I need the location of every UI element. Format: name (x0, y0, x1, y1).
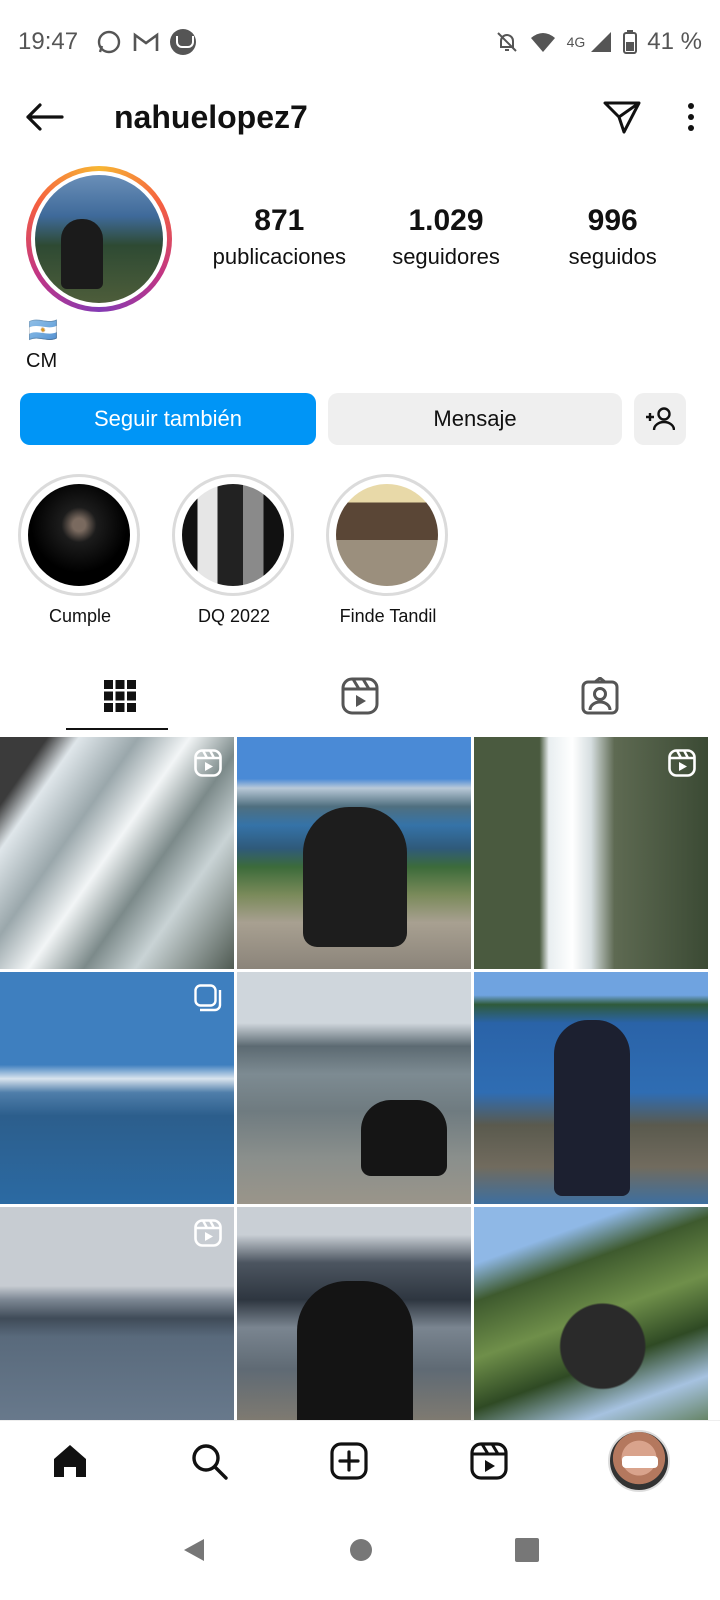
highlight-cover (182, 484, 284, 586)
gmail-icon (133, 32, 159, 51)
post-thumbnail[interactable] (237, 737, 471, 969)
profile-username: nahuelopez7 (114, 98, 308, 135)
argentina-flag-emoji: 🇦🇷 (28, 317, 58, 344)
system-navigation-bar (0, 1500, 720, 1600)
follow-back-button[interactable]: Seguir también (20, 393, 316, 445)
carousel-badge-icon (194, 984, 222, 1012)
reels-icon (341, 677, 379, 715)
post-thumbnail[interactable] (0, 737, 234, 969)
post-thumbnail[interactable] (474, 1207, 708, 1420)
person-silhouette (361, 1100, 447, 1176)
whatsapp-icon (97, 30, 121, 54)
system-recents-icon[interactable] (514, 1537, 540, 1563)
stat-followers[interactable]: 1.029 seguidores (363, 204, 530, 270)
status-bar: 19:47 4G 41 % (0, 0, 720, 84)
mute-bell-icon (496, 32, 517, 52)
reels-nav-icon[interactable] (469, 1441, 509, 1481)
profile-tabs (0, 660, 720, 732)
highlight-label: Cumple (48, 606, 112, 626)
battery-icon (623, 30, 638, 54)
create-post-icon[interactable] (329, 1441, 369, 1481)
post-thumbnail[interactable] (0, 1207, 234, 1420)
highlight-label: Finde Tandil (339, 606, 437, 626)
profile-avatar-ring[interactable] (26, 166, 172, 312)
profile-nav-avatar[interactable] (608, 1429, 671, 1492)
avatar (35, 175, 163, 303)
system-back-icon[interactable] (180, 1536, 208, 1564)
stat-following[interactable]: 996 seguidos (529, 204, 696, 270)
person-silhouette (554, 1020, 630, 1196)
system-home-icon[interactable] (348, 1537, 374, 1563)
search-icon[interactable] (189, 1441, 229, 1481)
profile-top-bar: nahuelopez7 (0, 84, 720, 150)
post-thumbnail[interactable] (237, 1207, 471, 1420)
message-button[interactable]: Mensaje (328, 393, 622, 445)
person-silhouette (297, 1281, 413, 1420)
back-arrow-icon[interactable] (24, 102, 64, 132)
post-thumbnail[interactable] (474, 972, 708, 1204)
tab-reels[interactable] (240, 660, 480, 732)
bottom-navigation (0, 1420, 720, 1500)
motorola-icon (170, 29, 197, 55)
grid-icon (104, 680, 136, 712)
suggested-users-button[interactable] (634, 393, 686, 445)
add-person-icon (646, 407, 675, 431)
highlight-item[interactable]: Cumple (18, 474, 142, 627)
profile-stats: 871 publicaciones 1.029 seguidores 996 s… (196, 204, 696, 270)
story-highlights: Cumple DQ 2022 Finde Tandil (18, 474, 450, 627)
highlight-cover (28, 484, 130, 586)
tagged-user-icon (581, 677, 619, 715)
tab-tagged[interactable] (480, 660, 720, 732)
home-icon[interactable] (50, 1441, 90, 1481)
bio-name: CM (26, 350, 58, 372)
highlight-cover (336, 484, 438, 586)
highlight-label: DQ 2022 (197, 606, 271, 626)
signal-icon (591, 32, 612, 52)
highlight-item[interactable]: DQ 2022 (172, 474, 296, 627)
network-type: 4G (566, 34, 586, 50)
status-time: 19:47 (18, 28, 79, 55)
posts-grid (0, 737, 720, 1420)
stat-posts[interactable]: 871 publicaciones (196, 204, 363, 270)
post-thumbnail[interactable] (474, 737, 708, 969)
send-direct-icon[interactable] (602, 99, 642, 135)
battery-level: 41 % (647, 28, 702, 55)
post-thumbnail[interactable] (237, 972, 471, 1204)
post-thumbnail[interactable] (0, 972, 234, 1204)
wifi-icon (530, 33, 555, 52)
reel-badge-icon (194, 749, 222, 777)
reel-badge-icon (194, 1219, 222, 1247)
tab-posts-grid[interactable] (0, 660, 240, 732)
reel-badge-icon (668, 749, 696, 777)
more-options-icon[interactable] (686, 102, 696, 132)
person-silhouette (303, 807, 407, 947)
highlight-item[interactable]: Finde Tandil (326, 474, 450, 627)
